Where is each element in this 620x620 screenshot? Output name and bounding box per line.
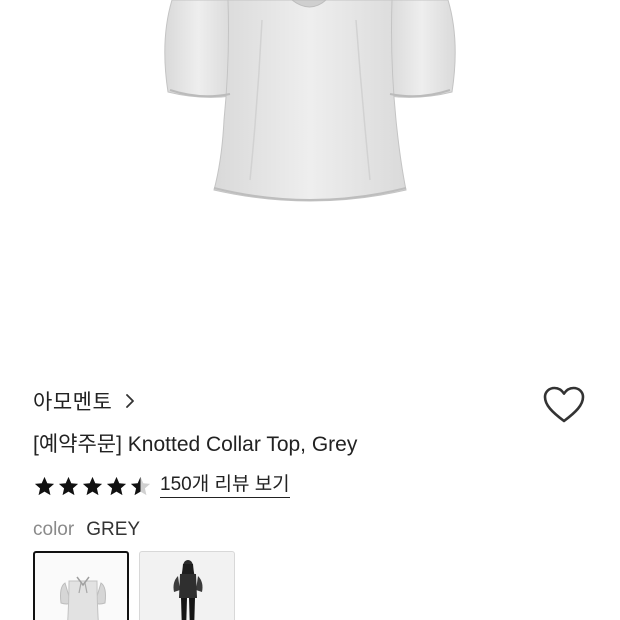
review-link[interactable]: 150개 리뷰 보기 bbox=[160, 474, 290, 498]
star-icon bbox=[58, 476, 79, 495]
product-thumbnail-model[interactable] bbox=[139, 551, 235, 620]
star-icon bbox=[82, 476, 103, 495]
star-rating bbox=[33, 475, 152, 498]
star-icon bbox=[34, 476, 55, 495]
chevron-right-icon bbox=[126, 394, 135, 408]
star-icon bbox=[106, 476, 127, 495]
grey-top-thumbnail bbox=[60, 576, 106, 620]
color-row: color GREY bbox=[33, 519, 140, 541]
rating-row: 150개 리뷰 보기 bbox=[33, 471, 290, 501]
color-label: color bbox=[33, 519, 75, 540]
brand-name: 아모멘토 bbox=[33, 391, 113, 414]
grey-top-illustration bbox=[164, 0, 456, 202]
product-image[interactable] bbox=[0, 0, 620, 360]
brand-link[interactable]: 아모멘토 bbox=[33, 386, 138, 416]
model-photo-thumbnail bbox=[173, 560, 203, 620]
color-swatch-grey[interactable] bbox=[33, 551, 129, 620]
wishlist-button[interactable] bbox=[542, 385, 586, 427]
product-title: [예약주문] Knotted Collar Top, Grey bbox=[33, 433, 358, 456]
star-half-icon bbox=[130, 476, 151, 495]
heart-outline-icon bbox=[543, 386, 585, 423]
color-value: GREY bbox=[86, 519, 141, 540]
